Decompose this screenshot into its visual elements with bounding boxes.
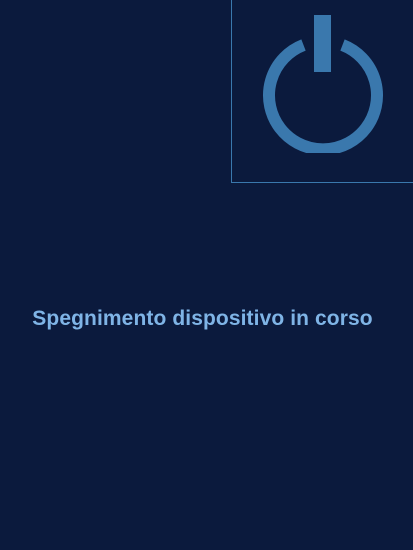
shutdown-screen: Spegnimento dispositivo in corso [0, 0, 413, 550]
power-icon [260, 13, 386, 153]
power-panel [231, 0, 413, 183]
shutdown-status-message: Spegnimento dispositivo in corso [32, 307, 373, 330]
